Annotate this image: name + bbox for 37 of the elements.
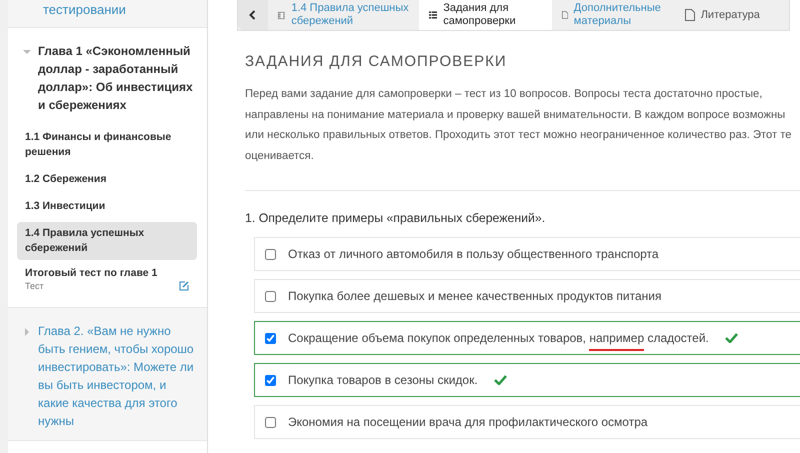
- answer-option[interactable]: Экономия на посещении врача для профилактического осмотра: [254, 405, 800, 439]
- chevron-left-icon: [249, 10, 256, 20]
- list-icon: [428, 10, 438, 20]
- chapter-title[interactable]: Глава 1 «Сэкономленный доллар - заработанный доллар»: Об инвестициях и сбережениях: [38, 42, 197, 114]
- back-button[interactable]: [238, 0, 268, 30]
- option-label: Отказ от личного автомобиля в пользу общественного транспорта: [288, 246, 659, 262]
- film-icon: [278, 10, 286, 20]
- lesson-item[interactable]: 1.4 Правила успешных сбережений: [17, 222, 197, 260]
- checkbox[interactable]: [265, 248, 276, 260]
- option-label: Покупка товаров в сезоны скидок.: [288, 372, 478, 388]
- checkbox[interactable]: [265, 416, 276, 428]
- lesson-item[interactable]: 1.3 Инвестиции: [17, 195, 197, 218]
- question-text: 1. Определите примеры «правильных сбережений».: [245, 211, 546, 225]
- test-item[interactable]: Итоговый тест по главе 1 Тест: [17, 264, 197, 293]
- tab[interactable]: Литература: [674, 0, 789, 30]
- answer-option[interactable]: Покупка товаров в сезоны скидок.: [254, 363, 800, 397]
- option-label: Покупка более дешевых и менее качественных продуктов питания: [288, 288, 662, 304]
- answer-option[interactable]: Покупка более дешевых и менее качественных продуктов питания: [254, 279, 800, 313]
- answer-option[interactable]: Отказ от личного автомобиля в пользу общественного транспорта: [254, 237, 800, 271]
- file-icon: [562, 9, 568, 21]
- test-title: Итоговый тест по главе 1: [25, 266, 158, 281]
- lesson-item[interactable]: 1.1 Финансы и финансовые решения: [17, 126, 197, 164]
- checkmark-icon: [724, 333, 738, 343]
- checkmark-icon: [494, 375, 507, 385]
- answer-option[interactable]: Сокращение объема покупок определенных товаров, например сладостей.: [254, 321, 800, 355]
- checkbox[interactable]: [265, 374, 276, 386]
- test-label: Тест: [25, 281, 45, 291]
- option-label: Сокращение объема покупок определенных товаров, например сладостей.: [288, 330, 709, 350]
- page-heading: ЗАДАНИЯ ДЛЯ САМОПРОВЕРКИ: [245, 53, 508, 70]
- edit-icon: [179, 281, 189, 291]
- intro-paragraph: Перед вами задание для самопроверки – тест из 10 вопросов. Вопросы теста достаточно простые, направлены на понимание материала и проверку вашей внимательности. В каждом вопросе возможны или несколько правильных ответов. Проходить этот тест можно неограниченное количество раз. Этот те оценивается.: [245, 87, 792, 164]
- file-icon: [684, 9, 695, 21]
- lesson-item[interactable]: 1.2 Сбережения: [17, 168, 197, 191]
- checkbox[interactable]: [265, 290, 276, 302]
- option-label: Экономия на посещении врача для профилактического осмотра: [288, 414, 648, 430]
- checkbox[interactable]: [265, 332, 276, 344]
- tab[interactable]: Задания для самопроверки: [418, 0, 552, 30]
